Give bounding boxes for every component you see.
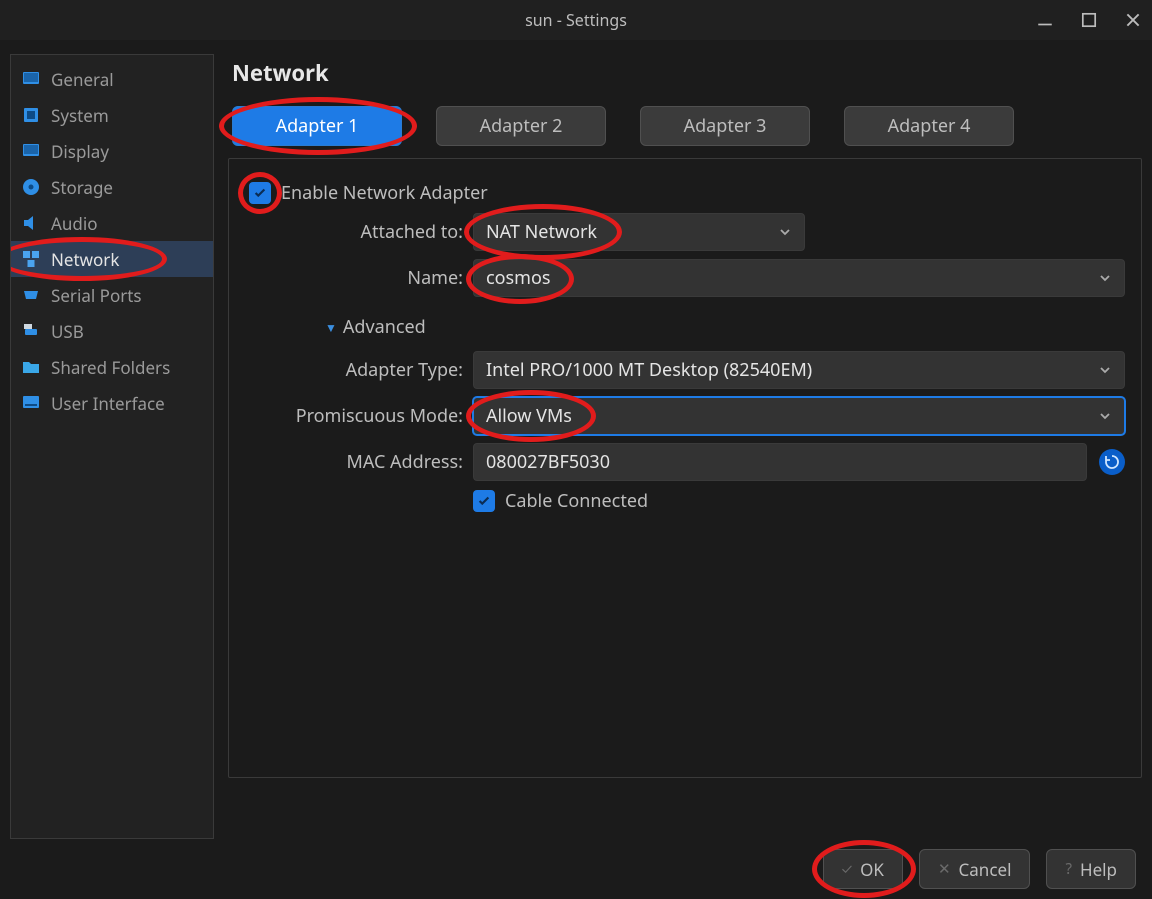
window-title: sun - Settings (525, 9, 627, 31)
network-icon (21, 249, 41, 269)
sidebar-item-system[interactable]: System (11, 97, 213, 133)
select-value: Allow VMs (486, 404, 572, 428)
mac-address-input[interactable]: 080027BF5030 (473, 443, 1087, 481)
titlebar: sun - Settings (0, 0, 1152, 40)
sidebar-item-label: Serial Ports (51, 284, 142, 307)
x-icon: ✕ (938, 859, 951, 879)
select-value: Intel PRO/1000 MT Desktop (82540EM) (486, 358, 812, 382)
adapter-type-select[interactable]: Intel PRO/1000 MT Desktop (82540EM) (473, 351, 1125, 389)
network-name-select[interactable]: cosmos (473, 259, 1125, 297)
sidebar-item-usb[interactable]: USB (11, 313, 213, 349)
sidebar-item-user-interface[interactable]: User Interface (11, 385, 213, 421)
tab-adapter-2[interactable]: Adapter 2 (436, 106, 606, 146)
enable-adapter-label: Enable Network Adapter (281, 181, 488, 205)
sidebar-item-general[interactable]: General (11, 61, 213, 97)
attached-to-label: Attached to: (273, 220, 473, 244)
help-button[interactable]: ? Help (1046, 849, 1136, 889)
enable-adapter-checkbox[interactable] (249, 182, 271, 204)
sidebar-item-label: User Interface (51, 392, 165, 415)
button-label: Help (1080, 858, 1117, 881)
minimize-icon[interactable] (1036, 11, 1054, 29)
adapter-tabs: Adapter 1 Adapter 2 Adapter 3 Adapter 4 (228, 106, 1142, 146)
close-icon[interactable] (1124, 11, 1142, 29)
usb-icon (21, 321, 41, 341)
tab-adapter-1[interactable]: Adapter 1 (232, 106, 402, 146)
sidebar-item-storage[interactable]: Storage (11, 169, 213, 205)
check-icon: ✓ (842, 859, 853, 879)
advanced-toggle[interactable]: ▼ Advanced (325, 315, 1125, 339)
dialog-footer: ✓ OK ✕ Cancel ? Help (0, 839, 1152, 899)
chevron-down-icon (1098, 271, 1112, 285)
speaker-icon (21, 213, 41, 233)
sidebar-item-label: Storage (51, 176, 113, 199)
select-value: cosmos (486, 266, 551, 290)
tab-label: Adapter 1 (276, 114, 359, 138)
tab-label: Adapter 4 (888, 114, 971, 138)
adapter-panel: Enable Network Adapter Attached to: NAT … (228, 158, 1142, 778)
sidebar-item-label: Network (51, 248, 119, 271)
disk-icon (21, 177, 41, 197)
sidebar-item-serial-ports[interactable]: Serial Ports (11, 277, 213, 313)
chevron-down-icon (1098, 409, 1112, 423)
serial-icon (21, 285, 41, 305)
monitor-icon (21, 69, 41, 89)
sidebar-item-shared-folders[interactable]: Shared Folders (11, 349, 213, 385)
sidebar-item-label: USB (51, 320, 84, 343)
tab-label: Adapter 2 (480, 114, 563, 138)
mac-address-label: MAC Address: (273, 450, 473, 474)
adapter-type-label: Adapter Type: (273, 358, 473, 382)
promiscuous-mode-label: Promiscuous Mode: (273, 404, 473, 428)
triangle-down-icon: ▼ (325, 319, 337, 336)
input-value: 080027BF5030 (486, 450, 610, 474)
sidebar-item-audio[interactable]: Audio (11, 205, 213, 241)
sidebar-item-label: Shared Folders (51, 356, 170, 379)
tab-adapter-4[interactable]: Adapter 4 (844, 106, 1014, 146)
sidebar-item-label: Audio (51, 212, 98, 235)
cancel-button[interactable]: ✕ Cancel (919, 849, 1031, 889)
sidebar-item-label: System (51, 104, 109, 127)
ui-icon (21, 393, 41, 413)
folder-icon (21, 357, 41, 377)
sidebar-item-label: General (51, 68, 114, 91)
attached-to-select[interactable]: NAT Network (473, 213, 805, 251)
cable-connected-label: Cable Connected (505, 489, 648, 513)
ok-button[interactable]: ✓ OK (823, 849, 903, 889)
sidebar-item-label: Display (51, 140, 109, 163)
question-icon: ? (1065, 859, 1072, 879)
chip-icon (21, 105, 41, 125)
settings-main: Network Adapter 1 Adapter 2 Adapter 3 Ad… (228, 40, 1142, 839)
select-value: NAT Network (486, 220, 597, 244)
settings-sidebar: General System Display Storage Audio (10, 54, 214, 839)
button-label: OK (860, 858, 884, 881)
sidebar-item-display[interactable]: Display (11, 133, 213, 169)
chevron-down-icon (1098, 363, 1112, 377)
tab-adapter-3[interactable]: Adapter 3 (640, 106, 810, 146)
maximize-icon[interactable] (1080, 11, 1098, 29)
sidebar-item-network[interactable]: Network (11, 241, 213, 277)
tab-label: Adapter 3 (684, 114, 767, 138)
promiscuous-mode-select[interactable]: Allow VMs (473, 397, 1125, 435)
cable-connected-checkbox[interactable] (473, 490, 495, 512)
name-label: Name: (273, 266, 473, 290)
monitor-icon (21, 141, 41, 161)
button-label: Cancel (959, 858, 1012, 881)
advanced-label: Advanced (343, 315, 426, 339)
regenerate-mac-button[interactable] (1099, 449, 1125, 475)
chevron-down-icon (778, 225, 792, 239)
page-title: Network (232, 58, 1142, 88)
